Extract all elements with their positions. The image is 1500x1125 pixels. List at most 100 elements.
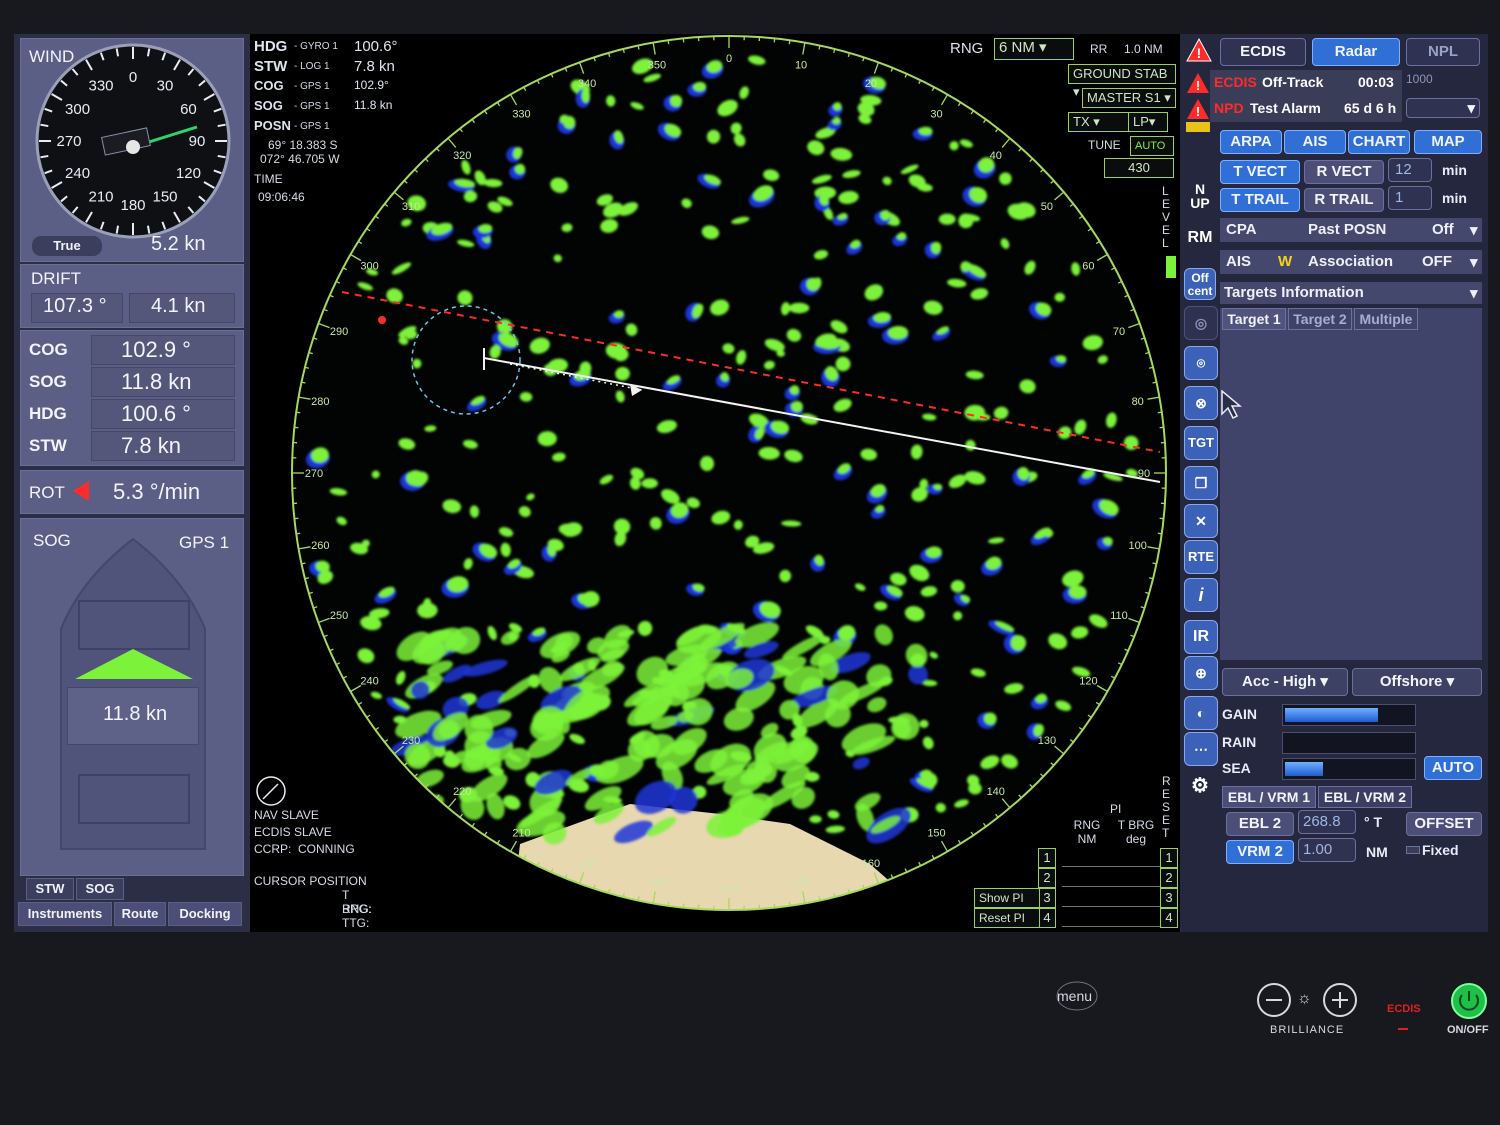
power-button[interactable] — [1449, 981, 1489, 1021]
stab-select[interactable]: GROUND STAB ▾ — [1068, 64, 1176, 99]
brightness-up-button[interactable] — [1322, 982, 1358, 1018]
pi-label: PI — [1110, 802, 1122, 816]
targets-info-dropdown[interactable]: Targets Information ▾ — [1220, 282, 1482, 304]
vrm-2-button[interactable]: VRM 2 — [1226, 840, 1294, 864]
rain-slider[interactable] — [1282, 732, 1416, 754]
pi-reset-number[interactable]: 3 — [1160, 888, 1178, 908]
stw-mode-button[interactable]: STW — [26, 878, 74, 900]
pi-reset-number[interactable]: 2 — [1160, 868, 1178, 888]
tab-ebl-vrm-2[interactable]: EBL / VRM 2 — [1318, 786, 1412, 808]
range-icon[interactable]: ⌾ — [1184, 346, 1218, 380]
tune-value[interactable]: 430 — [1104, 158, 1174, 178]
alarm-dropdown[interactable]: ▾ — [1406, 98, 1480, 118]
brightness-down-button[interactable] — [1256, 982, 1292, 1018]
sog-value: 11.8 kn — [103, 703, 168, 725]
radar-display[interactable]: 0 10 20 30 40 50 60 70 80 90 100 110 120 130 140 150 160… — [250, 34, 1180, 932]
cancel-target-icon[interactable]: ⊗ — [1184, 386, 1218, 420]
level-indicator[interactable] — [1166, 256, 1176, 278]
trail-time-input[interactable]: 1 — [1388, 186, 1432, 210]
past-posn-value: Off — [1432, 221, 1454, 238]
tune-label: TUNE — [1088, 138, 1121, 152]
wind-mode-button[interactable]: True — [31, 235, 103, 257]
svg-text:!: ! — [1196, 78, 1200, 93]
tab-multiple[interactable]: Multiple — [1354, 308, 1418, 330]
sog-mode-button[interactable]: SOG — [76, 878, 124, 900]
master-select[interactable]: MASTER S1 ▾ — [1082, 88, 1176, 108]
pi-row-number[interactable]: 2 — [1038, 868, 1056, 888]
r-trail-button[interactable]: R TRAIL — [1304, 188, 1384, 212]
off-centre-button[interactable]: Off cent — [1184, 268, 1216, 300]
master-value: MASTER S1 — [1087, 90, 1161, 105]
tab-npl[interactable]: NPL — [1406, 38, 1480, 66]
r-vect-button[interactable]: R VECT — [1304, 160, 1384, 184]
gear-icon[interactable]: ⚙ — [1184, 770, 1216, 802]
tab-radar[interactable]: Radar — [1312, 38, 1400, 66]
status-line: CCRP: CONNING — [254, 842, 355, 856]
range-select[interactable]: 6 NM ▾ — [994, 38, 1074, 60]
show-pi-button[interactable]: Show PI — [974, 888, 1040, 908]
keypad-icon[interactable]: ⋯ — [1184, 732, 1218, 766]
tab-route[interactable]: Route — [114, 902, 166, 926]
overlay-ais-button[interactable]: AIS — [1284, 130, 1346, 154]
radar-scope[interactable]: 0102030405060708090100110120130140150160… — [250, 34, 1180, 932]
tab-docking[interactable]: Docking — [168, 902, 242, 926]
pi-reset-number[interactable]: 1 — [1160, 848, 1178, 868]
rm-button[interactable]: RM — [1184, 222, 1216, 254]
t-trail-button[interactable]: T TRAIL — [1220, 188, 1300, 212]
gain-slider[interactable] — [1282, 704, 1416, 726]
vect-time-input[interactable]: 12 — [1388, 158, 1432, 182]
sea-slider[interactable] — [1282, 758, 1416, 780]
tab-ecdis[interactable]: ECDIS — [1220, 38, 1306, 66]
alarm-warning-icon[interactable]: ! — [1186, 38, 1212, 62]
tab-ebl-vrm-1[interactable]: EBL / VRM 1 — [1222, 786, 1316, 808]
pi-row-number[interactable]: 3 — [1038, 888, 1056, 908]
tune-auto-button[interactable]: AUTO — [1130, 136, 1174, 156]
display-icon[interactable]: ◐ — [1184, 696, 1218, 730]
ebl-2-button[interactable]: EBL 2 — [1226, 812, 1294, 836]
bearing-label: 270 — [305, 468, 323, 480]
acc-select[interactable]: Acc - High ▾ — [1222, 668, 1348, 696]
vrm-unit: NM — [1366, 844, 1388, 860]
reset-pi-button[interactable]: Reset PI — [974, 908, 1040, 928]
pi-row-number[interactable]: 4 — [1038, 908, 1056, 928]
mute-icon[interactable]: ✕ — [1184, 504, 1218, 538]
offshore-select[interactable]: Offshore ▾ — [1352, 668, 1482, 696]
cursor-mode-icon[interactable] — [254, 774, 288, 808]
stab-value: GROUND STAB — [1073, 66, 1168, 81]
sea-auto-button[interactable]: AUTO — [1424, 756, 1482, 780]
fixed-checkbox[interactable] — [1406, 846, 1420, 854]
cpa-row[interactable]: CPA Past POSN Off ▾ — [1220, 218, 1482, 242]
copy-icon[interactable]: ❐ — [1184, 466, 1218, 500]
rings-icon[interactable]: ◎ — [1184, 306, 1218, 340]
alarm-ack-icon[interactable] — [1186, 122, 1210, 132]
bearing-label: 330 — [512, 109, 530, 121]
tab-instruments[interactable]: Instruments — [18, 902, 112, 926]
svg-text:!: ! — [1197, 45, 1202, 61]
ebl-icon[interactable]: ⊕ — [1184, 656, 1218, 690]
pi-reset-number[interactable]: 4 — [1160, 908, 1178, 928]
ir-button[interactable]: IR — [1184, 620, 1218, 654]
readout-label: COG — [29, 340, 68, 359]
pi-row-number[interactable]: 1 — [1038, 848, 1056, 868]
vrm-value-input[interactable]: 1.00 — [1298, 838, 1356, 862]
offset-button[interactable]: OFFSET — [1406, 812, 1482, 836]
lp-select[interactable]: LP▾ — [1128, 112, 1168, 132]
overlay-arpa-button[interactable]: ARPA — [1220, 130, 1282, 154]
alarm-2-time: 65 d 6 h — [1344, 100, 1397, 116]
north-up-button[interactable]: N UP — [1184, 182, 1216, 214]
time-value: 09:06:46 — [258, 190, 305, 204]
ebl-value-input[interactable]: 268.8 — [1298, 810, 1356, 834]
tab-target-1[interactable]: Target 1 — [1222, 308, 1286, 330]
info-value: 7.8 kn — [354, 58, 395, 75]
overlay-chart-button[interactable]: CHART — [1348, 130, 1410, 154]
tgt-button[interactable]: TGT — [1184, 426, 1218, 460]
rr-label: RR — [1090, 42, 1108, 56]
t-vect-button[interactable]: T VECT — [1220, 160, 1300, 184]
ais-row[interactable]: AIS W Association OFF ▾ — [1220, 250, 1482, 274]
tab-target-2[interactable]: Target 2 — [1288, 308, 1352, 330]
tx-select[interactable]: TX ▾ — [1068, 112, 1130, 132]
overlay-map-button[interactable]: MAP — [1414, 130, 1482, 154]
rte-button[interactable]: RTE — [1184, 540, 1218, 574]
bearing-label: 10 — [795, 59, 807, 71]
info-button[interactable]: i — [1184, 578, 1218, 612]
